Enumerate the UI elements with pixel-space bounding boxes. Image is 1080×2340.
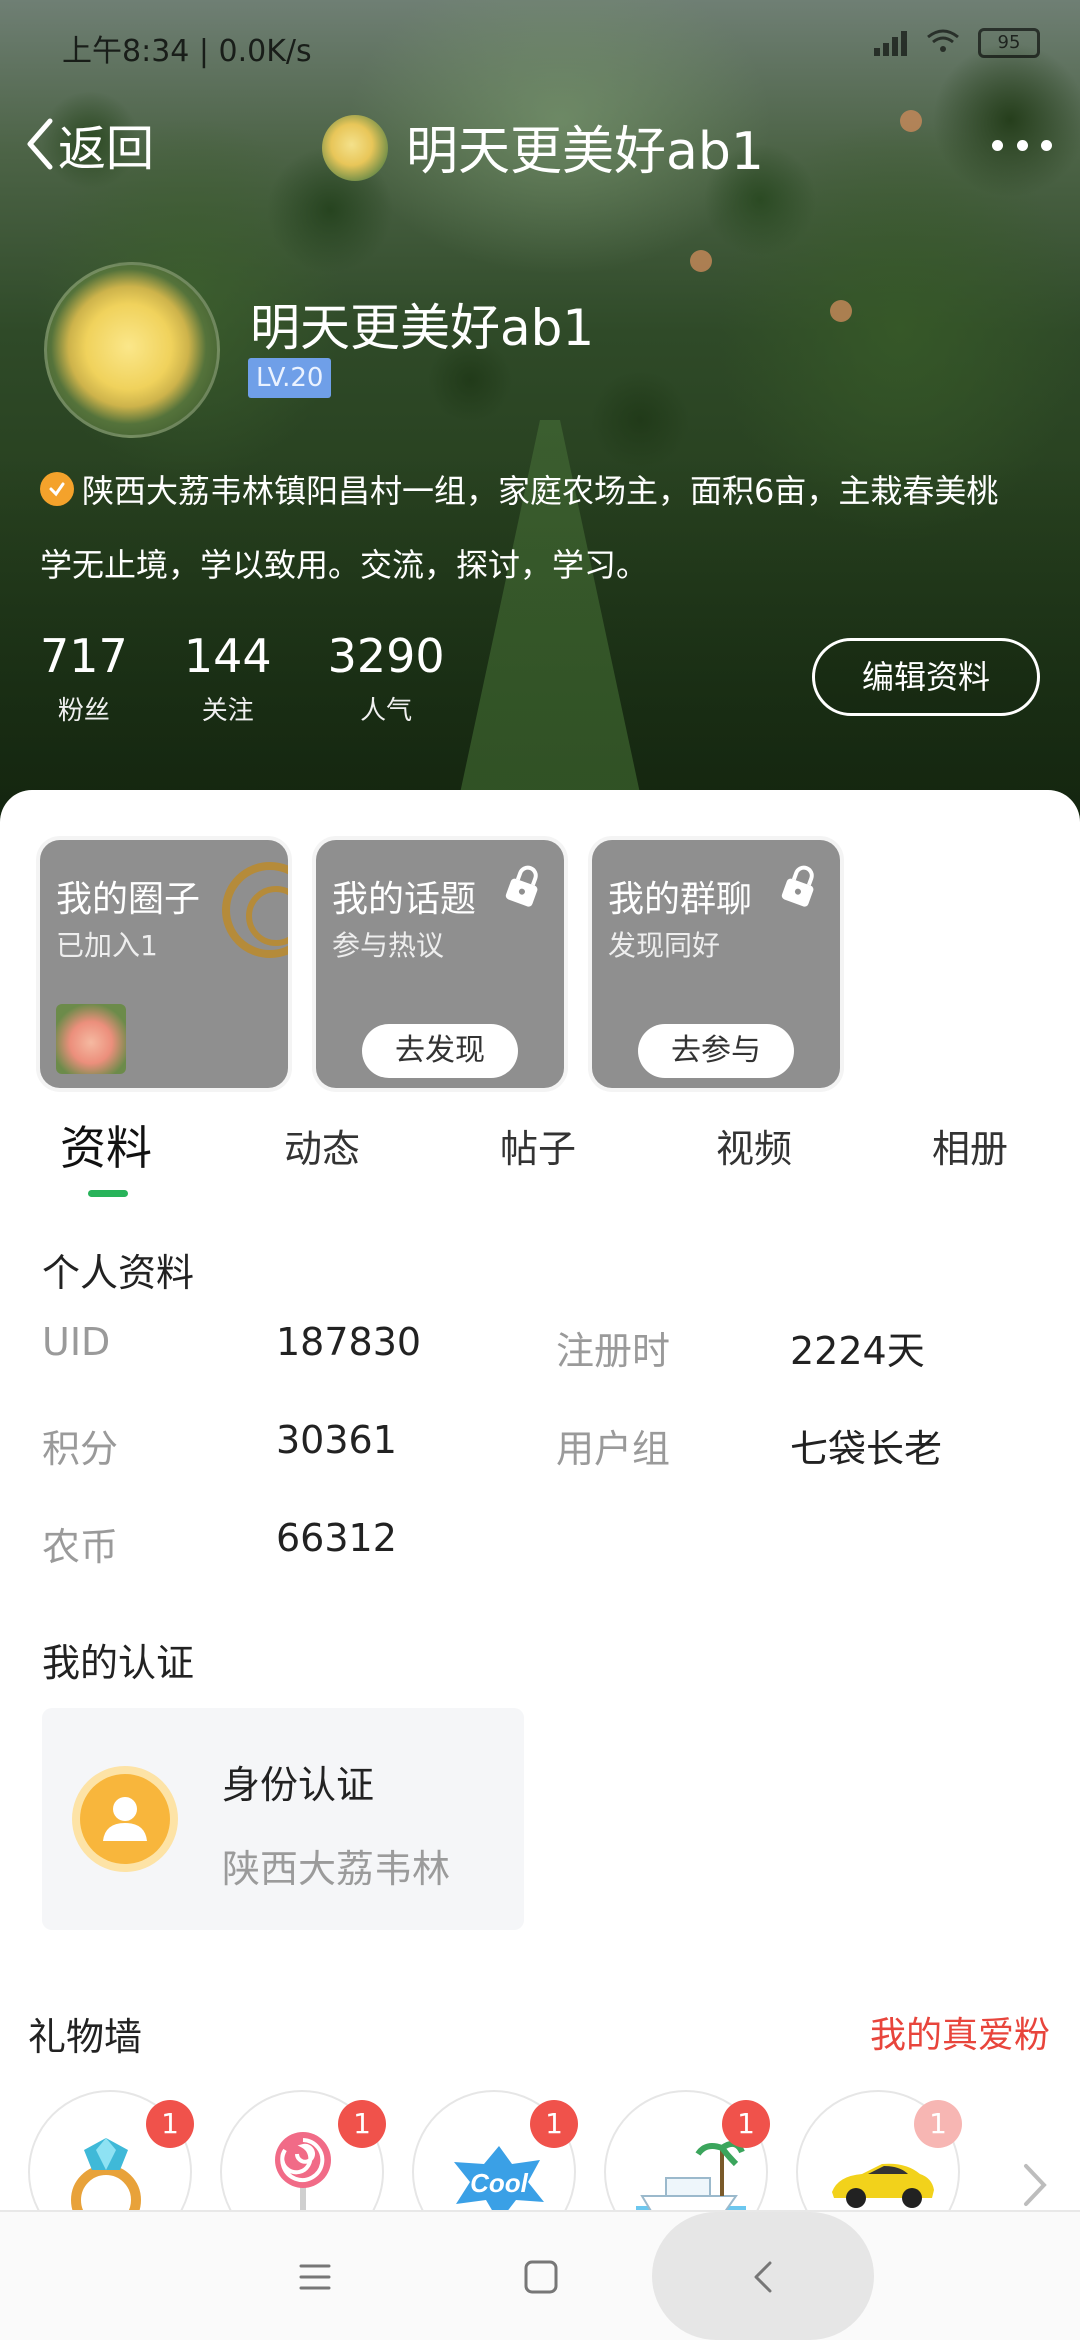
header-title: 明天更美好ab1 <box>406 122 764 182</box>
gift-count-badge: 1 <box>530 2100 578 2148</box>
info-key: 积分 <box>42 1427 119 1471</box>
profile-tabs: 资料 动态 帖子 视频 相册 <box>0 1108 1080 1208</box>
join-button[interactable]: 去参与 <box>638 1024 794 1078</box>
bio-line-2: 学无止境，学以致用。交流，探讨，学习。 <box>40 546 649 584</box>
battery-icon: 95 <box>978 28 1040 58</box>
svg-text:Cool: Cool <box>470 2168 529 2198</box>
info-key: 用户组 <box>556 1427 671 1471</box>
gift-count-badge: 1 <box>914 2100 962 2148</box>
personal-info-title: 个人资料 <box>42 1251 195 1295</box>
certification-title: 我的认证 <box>42 1641 195 1685</box>
stat-value: 717 <box>40 629 128 683</box>
bio-line-1: 陕西大荔韦林镇阳昌村一组，家庭农场主，面积6亩，主栽春美桃 <box>40 466 1080 512</box>
gift-count-badge: 1 <box>146 2100 194 2148</box>
stat-popularity[interactable]: 3290 人气 <box>328 628 445 727</box>
status-time: 上午8:34 | 0.0K/s <box>62 34 312 69</box>
back-button[interactable]: 返回 <box>24 109 154 179</box>
nav-back-icon[interactable] <box>718 2212 808 2340</box>
circle-ring-icon <box>222 862 288 958</box>
discover-button[interactable]: 去发现 <box>362 1024 518 1078</box>
status-bar: 上午8:34 | 0.0K/s 95 <box>0 0 1080 90</box>
stat-following[interactable]: 144 关注 <box>184 628 272 727</box>
menu-icon[interactable] <box>270 2212 360 2340</box>
level-badge: LV.20 <box>248 358 332 398</box>
info-value: 2224天 <box>790 1329 925 1373</box>
verified-icon <box>40 472 74 506</box>
profile-name: 明天更美好ab1 <box>250 299 595 357</box>
feature-cards: 我的圈子 已加入1 我的话题 参与热议 去发现 我的群聊 发现同好 去参与 <box>40 840 840 1088</box>
more-options-icon[interactable] <box>992 125 1052 165</box>
info-key: 农币 <box>42 1525 119 1569</box>
info-row: UID 187830 注册时 2224天 <box>42 1320 1042 1380</box>
lock-icon <box>505 865 538 907</box>
profile-stats: 717 粉丝 144 关注 3290 人气 <box>40 628 501 727</box>
card-title: 我的话题 <box>332 879 477 920</box>
card-subtitle: 发现同好 <box>608 929 721 962</box>
bio-text-1: 陕西大荔韦林镇阳昌村一组，家庭农场主，面积6亩，主栽春美桃 <box>82 472 999 510</box>
user-icon <box>72 1766 178 1872</box>
peach-decoration <box>830 300 852 322</box>
tab-posts[interactable]: 帖子 <box>500 1118 576 1173</box>
chevron-left-icon <box>27 118 53 170</box>
lock-icon <box>781 865 814 907</box>
info-key: 注册时 <box>556 1329 671 1373</box>
tab-activity[interactable]: 动态 <box>284 1118 360 1173</box>
back-label: 返回 <box>58 121 155 177</box>
gift-wall-title: 礼物墙 <box>28 2015 143 2059</box>
active-tab-indicator <box>88 1190 128 1197</box>
system-navigation-bar <box>0 2210 1080 2340</box>
tab-videos[interactable]: 视频 <box>716 1118 792 1173</box>
wifi-icon <box>926 28 960 58</box>
card-subtitle: 已加入1 <box>56 929 158 962</box>
peach-decoration <box>690 250 712 272</box>
card-subtitle: 参与热议 <box>332 929 445 962</box>
profile-avatar[interactable] <box>44 262 220 438</box>
home-icon[interactable] <box>496 2212 586 2340</box>
stat-label: 关注 <box>201 696 254 726</box>
card-my-topics[interactable]: 我的话题 参与热议 去发现 <box>316 840 564 1088</box>
circle-thumbnail[interactable] <box>56 1004 126 1074</box>
header-avatar <box>322 115 388 181</box>
stat-value: 144 <box>183 629 272 683</box>
card-title: 我的圈子 <box>56 879 201 920</box>
card-my-circles[interactable]: 我的圈子 已加入1 <box>40 840 288 1088</box>
stat-label: 人气 <box>360 696 413 726</box>
info-value: 66312 <box>276 1516 397 1560</box>
cert-subtitle: 陕西大荔韦林 <box>222 1847 451 1891</box>
edit-profile-button[interactable]: 编辑资料 <box>812 638 1040 716</box>
card-my-group-chats[interactable]: 我的群聊 发现同好 去参与 <box>592 840 840 1088</box>
stat-fans[interactable]: 717 粉丝 <box>40 628 128 727</box>
tab-album[interactable]: 相册 <box>932 1118 1008 1173</box>
info-row: 积分 30361 用户组 七袋长老 <box>42 1418 1042 1478</box>
info-value: 187830 <box>276 1320 422 1364</box>
stat-value: 3290 <box>327 629 445 683</box>
profile-hero: 上午8:34 | 0.0K/s 95 返回 明天更美好ab1 明天更美好ab1 … <box>0 0 1080 830</box>
info-value: 30361 <box>276 1418 397 1462</box>
chevron-right-icon[interactable] <box>1020 2160 1050 2210</box>
stat-label: 粉丝 <box>57 696 110 726</box>
info-key: UID <box>42 1320 111 1364</box>
tab-profile[interactable]: 资料 <box>60 1112 152 1178</box>
identity-cert-card[interactable]: 身份认证 陕西大荔韦林 <box>42 1708 524 1930</box>
cert-title: 身份认证 <box>222 1763 375 1807</box>
profile-content: 我的圈子 已加入1 我的话题 参与热议 去发现 我的群聊 发现同好 去参与 资料… <box>0 790 1080 2340</box>
signal-icon <box>874 30 908 56</box>
gift-count-badge: 1 <box>338 2100 386 2148</box>
info-row: 农币 66312 <box>42 1516 1042 1576</box>
gift-count-badge: 1 <box>722 2100 770 2148</box>
card-title: 我的群聊 <box>608 879 753 920</box>
top-bar: 返回 明天更美好ab1 <box>0 95 1080 195</box>
info-value: 七袋长老 <box>790 1427 943 1471</box>
true-fans-link[interactable]: 我的真爱粉 <box>870 2006 1050 2058</box>
